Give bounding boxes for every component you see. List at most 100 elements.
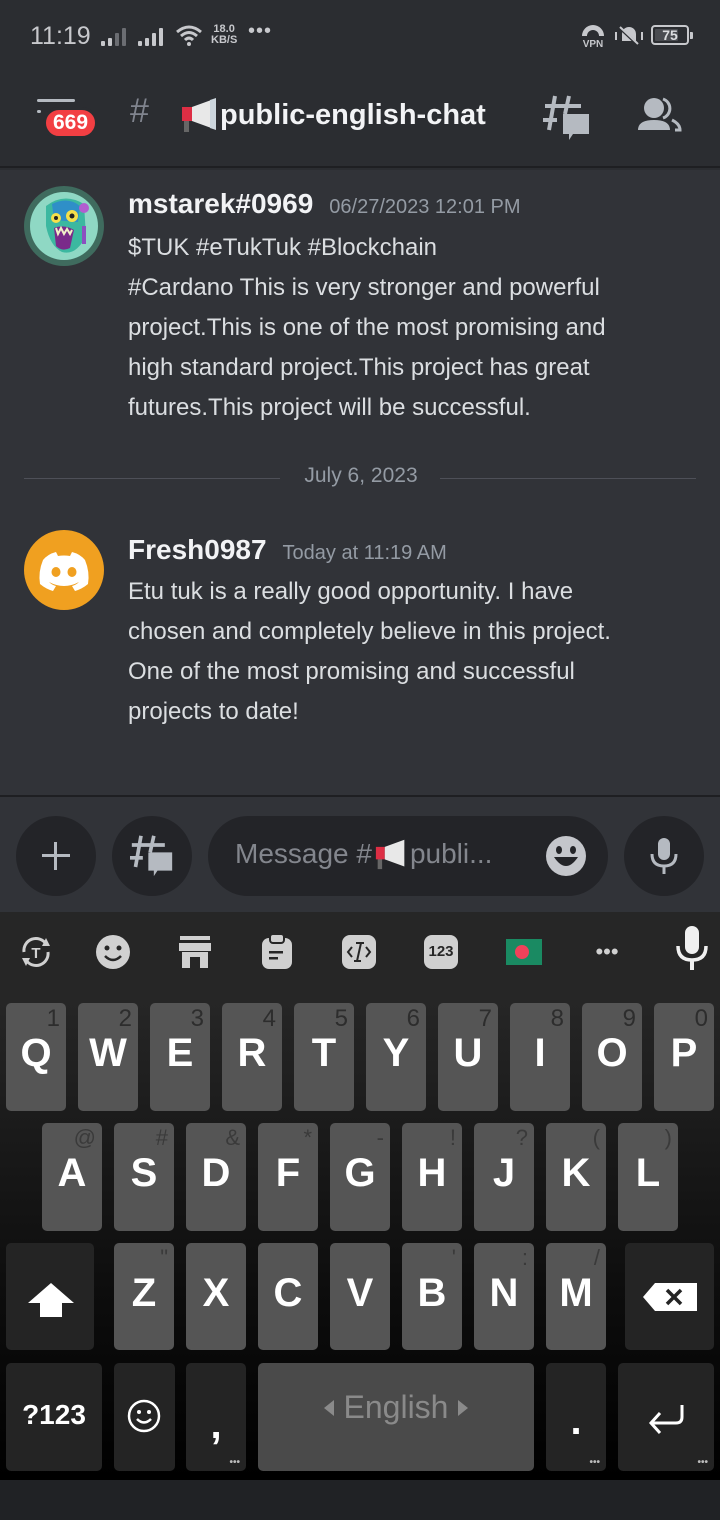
- keyboard-toolbar: T 123 •••: [0, 912, 720, 1000]
- key-label: H: [417, 1151, 447, 1195]
- key-label: R: [237, 1031, 267, 1075]
- channel-hash-icon: #: [130, 92, 149, 130]
- svg-text:VPN: VPN: [583, 39, 604, 48]
- key-hint: !: [449, 1125, 456, 1150]
- placeholder-prefix: Message #: [235, 838, 372, 869]
- sticker-icon: [96, 935, 130, 969]
- channel-name: public-english-chat: [220, 98, 486, 131]
- enter-key[interactable]: •••: [618, 1363, 714, 1471]
- key-m[interactable]: M /: [546, 1243, 606, 1350]
- key-u[interactable]: U7: [438, 1003, 498, 1111]
- numpad-button[interactable]: 123: [421, 932, 461, 972]
- members-icon[interactable]: [638, 96, 682, 136]
- key-hint: 8: [550, 1005, 564, 1032]
- translate-button[interactable]: T: [16, 932, 56, 972]
- microphone-icon: [650, 838, 678, 874]
- key-n[interactable]: N:: [474, 1243, 534, 1350]
- language-button[interactable]: [504, 932, 544, 972]
- message-line: futures.This project will be successful.: [128, 394, 531, 421]
- key-label: G: [344, 1151, 376, 1195]
- network-speed: 18.0 KB/S: [211, 24, 237, 46]
- key-o[interactable]: O9: [582, 1003, 642, 1111]
- user-avatar[interactable]: [24, 186, 104, 266]
- key-k[interactable]: K(: [546, 1123, 606, 1231]
- menu-icon-line: [37, 99, 75, 102]
- emoji-key[interactable]: [114, 1363, 175, 1471]
- message-line: projects to date!: [128, 698, 299, 725]
- key-j[interactable]: J?: [474, 1123, 534, 1231]
- more-button[interactable]: •••: [587, 932, 627, 972]
- clipboard-icon: [262, 934, 292, 969]
- key-p[interactable]: P0: [654, 1003, 714, 1111]
- message-content: $TUK #eTukTuk #Blockchain #Cardano This …: [128, 228, 698, 428]
- key-hint: :: [521, 1245, 528, 1270]
- backspace-key[interactable]: [625, 1243, 714, 1350]
- key-label: M: [559, 1271, 593, 1315]
- message-header: mstarek#0969 06/27/2023 12:01 PM: [128, 188, 521, 220]
- symbols-key[interactable]: ?123: [6, 1363, 102, 1471]
- sticker-button[interactable]: [93, 932, 133, 972]
- key-label: U: [453, 1031, 483, 1075]
- bangladesh-flag-icon: [506, 939, 542, 965]
- key-x[interactable]: X: [186, 1243, 246, 1350]
- username[interactable]: mstarek#0969: [128, 188, 313, 220]
- message-header: Fresh0987 Today at 11:19 AM: [128, 534, 447, 566]
- key-d[interactable]: D &: [186, 1123, 246, 1231]
- message-composer: Message # publi...: [0, 795, 720, 912]
- period-key[interactable]: . •••: [546, 1363, 606, 1471]
- key-e[interactable]: E3: [150, 1003, 210, 1111]
- channel-title[interactable]: public-english-chat: [180, 97, 486, 133]
- key-b[interactable]: B ': [402, 1243, 462, 1350]
- attach-button[interactable]: [16, 816, 96, 896]
- key-hint: -: [376, 1125, 384, 1150]
- space-key-label: English: [258, 1389, 534, 1426]
- key-i[interactable]: I8: [510, 1003, 570, 1111]
- message-list[interactable]: mstarek#0969 06/27/2023 12:01 PM $TUK #e…: [0, 170, 720, 795]
- key-y[interactable]: Y6: [366, 1003, 426, 1111]
- voice-input-button[interactable]: [672, 926, 712, 970]
- key-f[interactable]: F *: [258, 1123, 318, 1231]
- comma-key[interactable]: , •••: [186, 1363, 246, 1471]
- username[interactable]: Fresh0987: [128, 534, 267, 566]
- key-v[interactable]: V: [330, 1243, 390, 1350]
- key-w[interactable]: W2: [78, 1003, 138, 1111]
- battery-icon: 75: [651, 25, 693, 45]
- store-button[interactable]: [175, 932, 215, 972]
- date-divider-label: July 6, 2023: [304, 464, 418, 487]
- key-q[interactable]: Q1: [6, 1003, 66, 1111]
- placeholder-suffix: publi...: [409, 838, 493, 869]
- key-a[interactable]: A @: [42, 1123, 102, 1231]
- plus-icon: [42, 842, 70, 870]
- key-hint: 4: [262, 1005, 276, 1032]
- text-edit-button[interactable]: [339, 932, 379, 972]
- key-h[interactable]: H!: [402, 1123, 462, 1231]
- key-label: E: [166, 1031, 194, 1075]
- key-hint: 9: [622, 1005, 636, 1032]
- emoji-button[interactable]: [545, 835, 587, 877]
- key-z[interactable]: Z ": [114, 1243, 174, 1350]
- message-timestamp: 06/27/2023 12:01 PM: [329, 196, 521, 218]
- message-input[interactable]: Message # publi...: [208, 816, 608, 896]
- comma-label: ,: [210, 1403, 222, 1447]
- key-s[interactable]: S #: [114, 1123, 174, 1231]
- key-g[interactable]: G-: [330, 1123, 390, 1231]
- voice-message-button[interactable]: [624, 816, 704, 896]
- threads-button[interactable]: [112, 816, 192, 896]
- key-c[interactable]: C: [258, 1243, 318, 1350]
- date-divider: July 6, 2023: [24, 460, 696, 496]
- shift-key[interactable]: [6, 1243, 94, 1350]
- key-hint: &: [225, 1125, 240, 1150]
- space-key[interactable]: English: [258, 1363, 534, 1471]
- key-label: F: [275, 1151, 301, 1195]
- key-label: J: [492, 1151, 516, 1195]
- key-t[interactable]: T5: [294, 1003, 354, 1111]
- key-hint: @: [73, 1125, 96, 1150]
- key-l[interactable]: L): [618, 1123, 678, 1231]
- key-hint: 2: [118, 1005, 132, 1032]
- threads-icon[interactable]: [543, 94, 591, 142]
- clipboard-button[interactable]: [257, 932, 297, 972]
- key-r[interactable]: R4: [222, 1003, 282, 1111]
- user-avatar[interactable]: [24, 530, 104, 610]
- message-line: chosen and completely believe in this pr…: [128, 618, 611, 645]
- system-navigation-bar: [0, 1480, 720, 1520]
